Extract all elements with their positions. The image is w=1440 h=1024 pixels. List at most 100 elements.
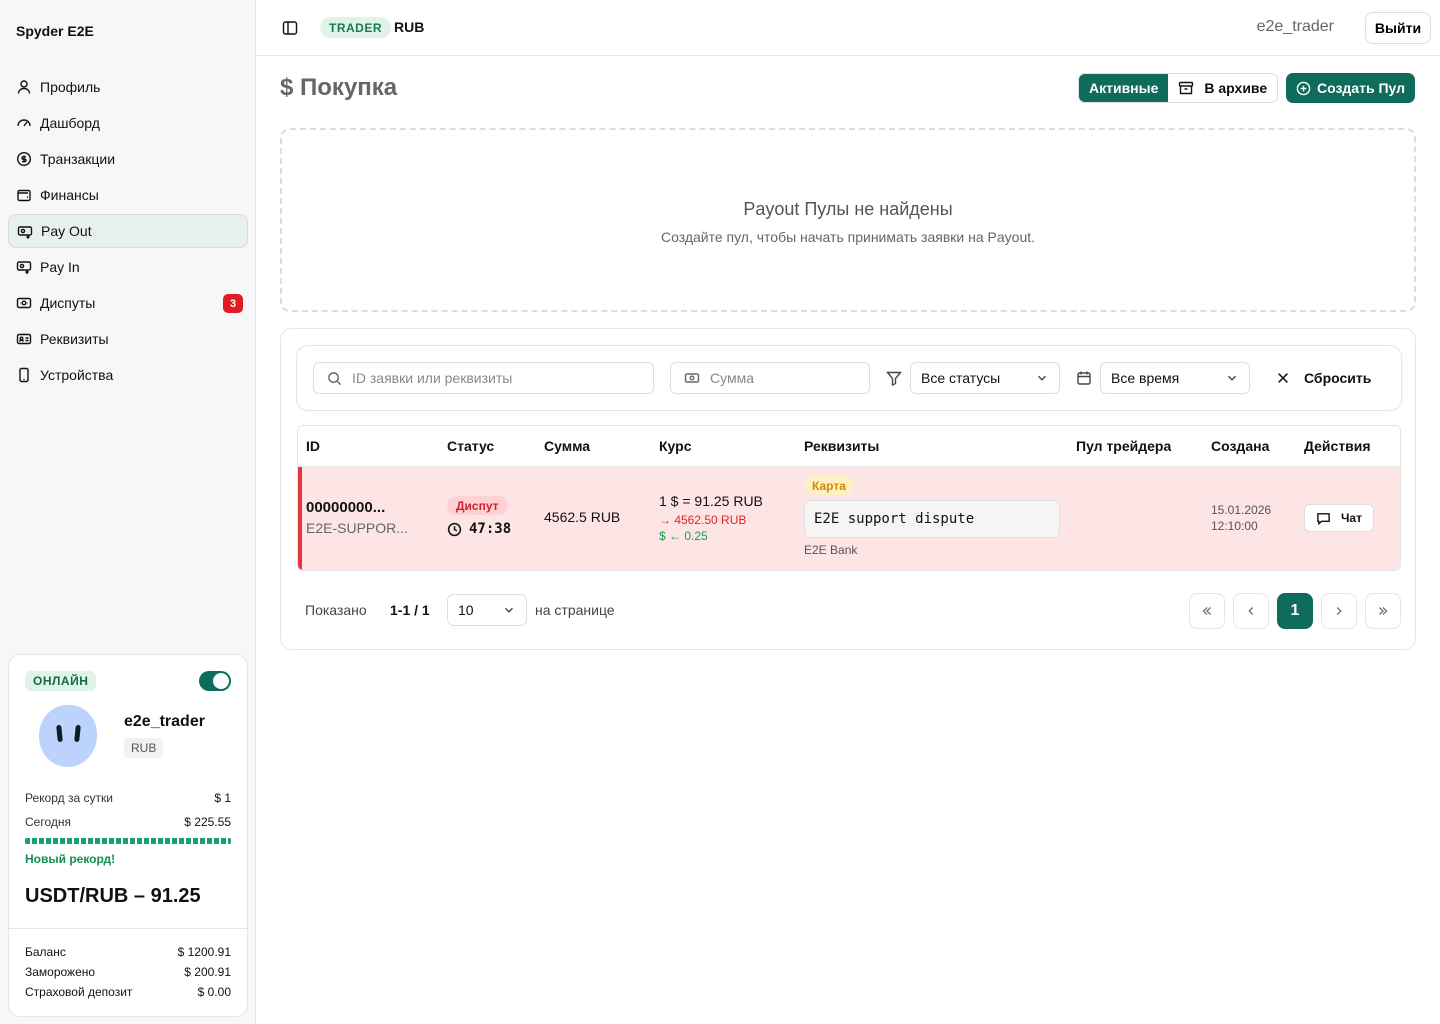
clock-icon [447, 522, 462, 537]
chevron-left-icon [1244, 604, 1258, 618]
brand-title: Spyder E2E [16, 23, 94, 39]
header-username: e2e_trader [1256, 18, 1334, 35]
avatar-eye-right [74, 724, 81, 743]
shown-label: Показано [305, 602, 367, 618]
status-cell: Диспут [447, 496, 508, 515]
per-page-select[interactable]: 10 [447, 594, 527, 626]
sidebar-item-label: Pay In [40, 259, 80, 275]
table-header: ID Статус Сумма Курс Реквизиты Пул трейд… [298, 426, 1400, 467]
prev-page-button[interactable] [1233, 593, 1269, 629]
created-date: 15.01.2026 [1211, 503, 1272, 517]
deposit-value: $ 0.00 [197, 985, 231, 999]
today-value: $ 225.55 [184, 815, 231, 829]
wallet-icon [16, 187, 32, 203]
chevrons-right-icon [1376, 604, 1390, 618]
reset-button[interactable]: Сбросить [1276, 362, 1371, 394]
chevron-right-icon [1332, 604, 1346, 618]
profile-username: e2e_trader [124, 713, 205, 730]
create-pool-label: Создать Пул [1316, 80, 1406, 96]
tab-archive[interactable]: В архиве [1168, 74, 1278, 102]
table-row[interactable]: 00000000... E2E-SUPPOR... Диспут 47:38 4… [298, 467, 1400, 570]
record-progress-bar [25, 838, 231, 844]
empty-subtitle: Создайте пул, чтобы начать принимать зая… [660, 229, 1036, 245]
search-input[interactable]: ID заявки или реквизиты [313, 362, 654, 394]
last-page-button[interactable] [1365, 593, 1401, 629]
sidebar-item-label: Диспуты [40, 295, 96, 311]
next-page-button[interactable] [1321, 593, 1357, 629]
profile-card: ОНЛАЙН e2e_trader RUB Рекорд за сутки $ … [8, 654, 248, 1017]
sidebar-toggle-icon[interactable] [282, 20, 298, 36]
balance-value: $ 1200.91 [177, 945, 231, 959]
deposit-label: Страховой депозит [25, 985, 133, 999]
avatar-eye-left [56, 724, 63, 743]
sidebar-item-transactions[interactable]: Транзакции [8, 142, 248, 176]
usdt-rate: USDT/RUB – 91.25 [25, 885, 201, 907]
sidebar-item-dashboard[interactable]: Дашборд [8, 106, 248, 140]
chevron-down-icon [502, 603, 516, 617]
column-header: Действия [1304, 438, 1371, 454]
column-header: Пул трейдера [1076, 438, 1172, 454]
per-page-label: на странице [535, 602, 615, 618]
time-select[interactable]: Все время [1100, 362, 1250, 394]
frozen-row: Заморожено $ 200.91 [25, 965, 231, 979]
dollar-circle-icon [16, 151, 32, 167]
requisite-value[interactable]: E2E support dispute [804, 500, 1060, 538]
role-tag: TRADER [320, 17, 391, 38]
calendar-icon [1076, 370, 1092, 386]
filters-bar: ID заявки или реквизиты Сумма Все статус… [296, 345, 1402, 411]
column-header: Курс [659, 438, 692, 454]
created-time: 12:10:00 [1211, 519, 1258, 533]
frozen-label: Заморожено [25, 965, 96, 979]
sidebar-item-label: Pay Out [41, 223, 92, 239]
record-value: $ 1 [214, 791, 231, 805]
sidebar-item-devices[interactable]: Устройства [8, 358, 248, 392]
profile-currency-tag: RUB [124, 738, 164, 758]
sidebar-item-profile[interactable]: Профиль [8, 70, 248, 104]
top-bar: TRADER RUB e2e_trader Выйти [256, 0, 1440, 56]
order-amount: 4562.5 RUB [544, 509, 621, 525]
sidebar-item-finance[interactable]: Финансы [8, 178, 248, 212]
search-icon [327, 371, 342, 386]
column-header: Создана [1211, 438, 1270, 454]
today-row: Сегодня $ 225.55 [25, 815, 231, 829]
online-toggle[interactable] [199, 671, 231, 691]
avatar [39, 705, 97, 767]
amount-placeholder: Сумма [710, 370, 754, 386]
sidebar-item-payin[interactable]: Pay In [8, 250, 248, 284]
user-icon [16, 79, 32, 95]
sidebar-item-label: Дашборд [40, 115, 100, 131]
sidebar-item-label: Устройства [40, 367, 114, 383]
order-sub-id: E2E-SUPPOR... [306, 520, 408, 536]
shown-value: 1-1 / 1 [390, 602, 430, 618]
balance-row: Баланс $ 1200.91 [25, 945, 231, 959]
tab-active[interactable]: Активные [1079, 74, 1169, 102]
requisite-bank: E2E Bank [804, 543, 858, 557]
page-button-current[interactable]: 1 [1277, 593, 1313, 629]
record-label: Рекорд за сутки [25, 791, 113, 805]
archive-icon [1178, 80, 1194, 96]
order-rate: 1 $ = 91.25 RUB [659, 493, 763, 509]
card-divider [9, 928, 247, 929]
logout-button[interactable]: Выйти [1365, 12, 1431, 44]
amount-input[interactable]: Сумма [670, 362, 870, 394]
create-pool-button[interactable]: Создать Пул [1286, 73, 1415, 103]
dispute-timer: 47:38 [469, 521, 512, 537]
first-page-button[interactable] [1189, 593, 1225, 629]
banknote-icon [684, 370, 700, 386]
chevrons-left-icon [1200, 604, 1214, 618]
dispute-icon [16, 295, 32, 311]
status-select[interactable]: Все статусы [910, 362, 1060, 394]
pool-tabs: Активные В архиве [1078, 73, 1279, 103]
column-header: Сумма [544, 438, 591, 454]
chat-button[interactable]: Чат [1304, 504, 1374, 532]
sidebar-item-disputes[interactable]: Диспуты 3 [8, 286, 248, 320]
status-select-value: Все статусы [921, 370, 1001, 386]
sidebar-item-requisites[interactable]: Реквизиты [8, 322, 248, 356]
empty-state: Payout Пулы не найдены Создайте пул, что… [280, 128, 1416, 312]
requisite-type-cell: Карта [804, 476, 854, 495]
column-header: Статус [447, 438, 495, 454]
sidebar-item-payout[interactable]: Pay Out [8, 214, 248, 248]
timer-cell: 47:38 [447, 521, 511, 537]
plus-circle-icon [1296, 81, 1311, 96]
time-select-value: Все время [1111, 370, 1180, 386]
